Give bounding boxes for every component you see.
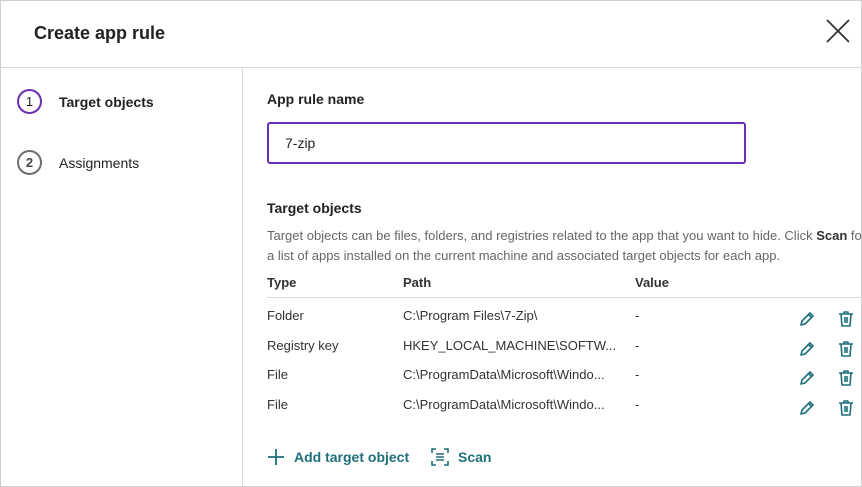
cell-type: File (267, 367, 288, 382)
step-label: Assignments (59, 154, 140, 171)
add-target-object-label: Add target object (294, 449, 410, 465)
step-number: 2 (17, 150, 42, 175)
description-prefix: Target objects can be files, folders, an… (267, 228, 813, 243)
scan-icon (431, 448, 449, 466)
plus-icon (268, 449, 284, 465)
cell-path: HKEY_LOCAL_MACHINE\SOFTW... (403, 338, 617, 353)
dialog-title: Create app rule (34, 23, 166, 43)
edit-icon[interactable] (797, 309, 817, 329)
cell-path: C:\Program Files\7-Zip\ (403, 308, 538, 323)
create-app-rule-dialog: Create app rule 1 Target objects 2 Assig… (0, 0, 862, 487)
column-path: Path (403, 275, 432, 290)
table-header: Type Path Value (267, 275, 862, 298)
main-panel: App rule name Target objects Target obje… (243, 68, 862, 486)
cell-value: - (635, 397, 640, 412)
cell-value: - (635, 367, 640, 382)
column-type: Type (267, 275, 297, 290)
app-rule-name-input[interactable] (267, 122, 746, 164)
steps-panel: 1 Target objects 2 Assignments (1, 68, 243, 486)
edit-icon[interactable] (797, 368, 817, 388)
cell-type: File (267, 397, 288, 412)
cell-path: C:\ProgramData\Microsoft\Windo... (403, 397, 605, 412)
column-value: Value (635, 275, 669, 290)
trash-icon[interactable] (836, 339, 856, 359)
app-rule-name-label: App rule name (267, 91, 365, 107)
description-scan: Scan (816, 228, 848, 243)
table-row: File C:\ProgramData\Microsoft\Windo... - (267, 397, 862, 421)
edit-icon[interactable] (797, 339, 817, 359)
table-row: Folder C:\Program Files\7-Zip\ - (267, 308, 862, 332)
close-icon[interactable] (824, 17, 852, 45)
add-target-object-button[interactable]: Add target object (267, 448, 409, 466)
cell-value: - (635, 308, 640, 323)
step-number: 1 (17, 89, 42, 114)
cell-path: C:\ProgramData\Microsoft\Windo... (403, 367, 605, 382)
scan-label: Scan (458, 449, 492, 465)
step-target-objects[interactable]: 1 Target objects (17, 89, 154, 114)
dialog-header: Create app rule (1, 1, 861, 68)
cell-type: Folder (267, 308, 304, 323)
edit-icon[interactable] (797, 398, 817, 418)
step-assignments[interactable]: 2 Assignments (17, 150, 139, 175)
target-objects-label: Target objects (267, 200, 362, 216)
table-row: File C:\ProgramData\Microsoft\Windo... - (267, 367, 862, 391)
table-row: Registry key HKEY_LOCAL_MACHINE\SOFTW...… (267, 338, 862, 362)
step-label: Target objects (59, 93, 154, 110)
scan-button[interactable]: Scan (431, 448, 491, 466)
cell-type: Registry key (267, 338, 339, 353)
target-objects-description: Target objects can be files, folders, an… (267, 226, 862, 266)
trash-icon[interactable] (836, 309, 856, 329)
trash-icon[interactable] (836, 398, 856, 418)
trash-icon[interactable] (836, 368, 856, 388)
cell-value: - (635, 338, 640, 353)
